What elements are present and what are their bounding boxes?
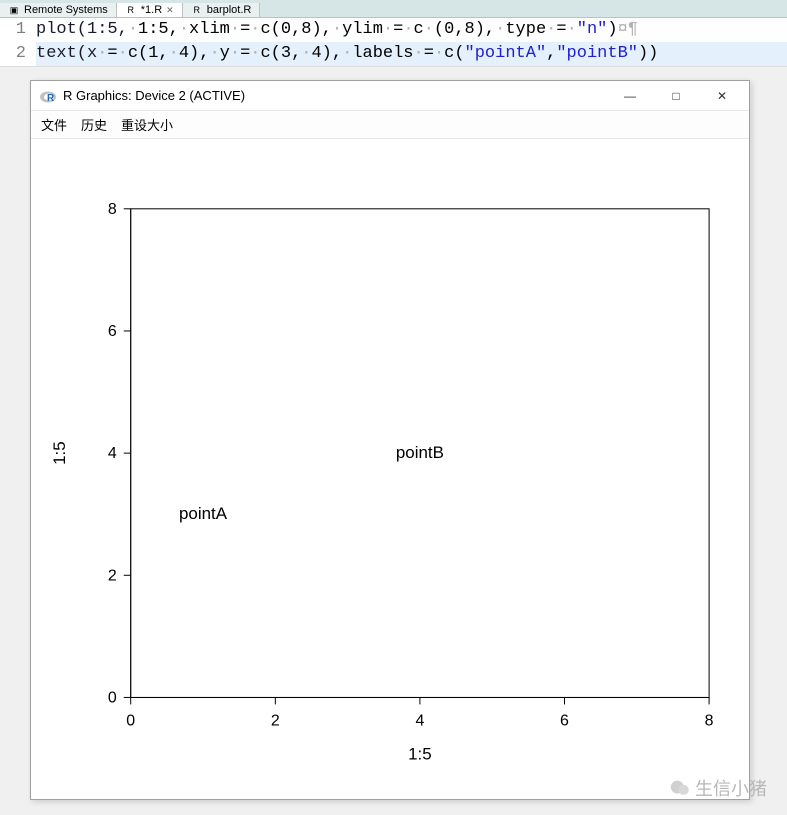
plot-svg: 0 2 4 6 8 0 2 4 6 8 1:5 1:5 pointA pointB <box>31 139 749 795</box>
tab-label: Remote Systems <box>24 4 108 16</box>
svg-text:1:5: 1:5 <box>50 441 69 465</box>
line-number: 1 <box>0 18 36 42</box>
maximize-button[interactable]: □ <box>653 82 699 110</box>
svg-text:8: 8 <box>108 201 117 218</box>
svg-text:2: 2 <box>271 712 280 729</box>
line-number: 2 <box>0 42 36 66</box>
svg-text:pointB: pointB <box>396 443 444 462</box>
close-button[interactable]: ✕ <box>699 82 745 110</box>
r-file-icon: R <box>191 4 203 16</box>
svg-text:2: 2 <box>108 567 117 584</box>
tab-barplot[interactable]: R barplot.R <box>183 3 261 17</box>
code-line-1: 1 plot(1:5,·1:5,·xlim·=·c(0,8),·ylim·=·c… <box>0 18 787 42</box>
code-text[interactable]: text(x·=·c(1,·4),·y·=·c(3,·4),·labels·=·… <box>36 42 658 66</box>
svg-text:6: 6 <box>560 712 569 729</box>
tab-label: barplot.R <box>207 4 252 16</box>
code-line-2: 2 text(x·=·c(1,·4),·y·=·c(3,·4),·labels·… <box>0 42 787 66</box>
svg-text:0: 0 <box>126 712 135 729</box>
wechat-icon <box>669 777 691 799</box>
window-title: R Graphics: Device 2 (ACTIVE) <box>63 88 607 103</box>
menu-resize[interactable]: 重设大小 <box>121 115 173 134</box>
svg-text:4: 4 <box>108 445 117 462</box>
svg-text:4: 4 <box>415 712 424 729</box>
minimize-icon: — <box>624 89 636 103</box>
svg-text:0: 0 <box>108 689 117 706</box>
menu-history[interactable]: 历史 <box>81 115 107 134</box>
svg-text:6: 6 <box>108 323 117 340</box>
svg-text:8: 8 <box>705 712 714 729</box>
svg-text:R: R <box>47 93 55 104</box>
window-titlebar[interactable]: R R Graphics: Device 2 (ACTIVE) — □ ✕ <box>31 81 749 111</box>
menu-file[interactable]: 文件 <box>41 115 67 134</box>
code-text[interactable]: plot(1:5,·1:5,·xlim·=·c(0,8),·ylim·=·c·(… <box>36 18 638 42</box>
r-graphics-window: R R Graphics: Device 2 (ACTIVE) — □ ✕ 文件… <box>30 80 750 800</box>
close-tab-icon[interactable]: ✕ <box>166 5 174 16</box>
remote-systems-icon: ▣ <box>8 4 20 16</box>
maximize-icon: □ <box>672 89 679 103</box>
svg-text:1:5: 1:5 <box>408 744 432 763</box>
code-editor[interactable]: 1 plot(1:5,·1:5,·xlim·=·c(0,8),·ylim·=·c… <box>0 18 787 67</box>
r-file-icon: R <box>125 4 137 16</box>
watermark: 生信小猪 <box>669 775 767 801</box>
plot-area: 0 2 4 6 8 0 2 4 6 8 1:5 1:5 pointA pointB <box>31 139 749 797</box>
window-controls: — □ ✕ <box>607 82 745 110</box>
close-icon: ✕ <box>717 89 727 103</box>
tab-r1[interactable]: R *1.R ✕ <box>117 3 183 17</box>
minimize-button[interactable]: — <box>607 82 653 110</box>
window-menu-bar: 文件 历史 重设大小 <box>31 111 749 139</box>
tab-label: *1.R <box>141 4 162 16</box>
tab-remote-systems[interactable]: ▣ Remote Systems <box>0 3 117 17</box>
editor-tabs: ▣ Remote Systems R *1.R ✕ R barplot.R <box>0 0 787 18</box>
svg-text:pointA: pointA <box>179 504 228 523</box>
watermark-text: 生信小猪 <box>695 775 767 801</box>
r-app-icon: R <box>39 87 57 105</box>
